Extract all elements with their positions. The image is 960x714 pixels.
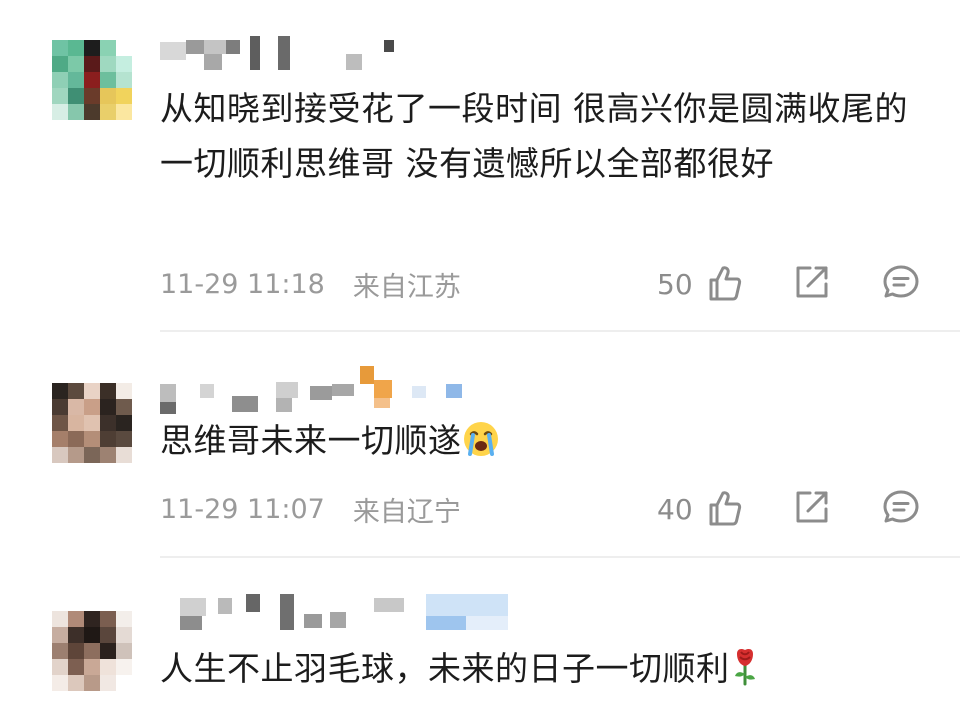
comment-text-content: 人生不止羽毛球，未来的日子一切顺利	[160, 649, 730, 688]
thumbs-up-icon[interactable]	[708, 489, 742, 531]
thumbs-up-icon[interactable]	[708, 264, 742, 306]
comment-icon[interactable]	[882, 264, 920, 304]
comment-meta: 11-29 11:18 来自江苏	[160, 264, 461, 304]
rose-emoji-icon	[730, 646, 760, 702]
comment-time: 11-29 11:18	[160, 268, 325, 300]
avatar[interactable]	[52, 40, 132, 120]
comment-time: 11-29 11:07	[160, 493, 325, 525]
comment-location: 来自江苏	[352, 271, 461, 303]
avatar[interactable]	[52, 611, 132, 691]
comment-text: 人生不止羽毛球，未来的日子一切顺利	[160, 641, 940, 702]
like-count: 40	[657, 493, 693, 526]
comment-text: 从知晓到接受花了一段时间 很高兴你是圆满收尾的 一切顺利思维哥 没有遗憾所以全部…	[160, 89, 908, 183]
share-icon[interactable]	[794, 264, 830, 304]
crying-face-emoji-icon	[462, 419, 500, 474]
comment-text: 思维哥未来一切顺遂	[160, 413, 940, 474]
comment-meta: 11-29 11:07 来自辽宁	[160, 489, 461, 529]
comment-divider	[160, 330, 960, 332]
comment-icon[interactable]	[882, 489, 920, 529]
share-icon[interactable]	[794, 489, 830, 529]
like-count: 50	[657, 268, 693, 301]
comment-location: 来自辽宁	[352, 496, 461, 528]
comment-text-content: 思维哥未来一切顺遂	[160, 421, 462, 460]
comment-actions: 50	[640, 262, 930, 306]
comment-divider	[160, 556, 960, 558]
avatar[interactable]	[52, 383, 132, 463]
comment-actions: 40	[640, 487, 930, 531]
